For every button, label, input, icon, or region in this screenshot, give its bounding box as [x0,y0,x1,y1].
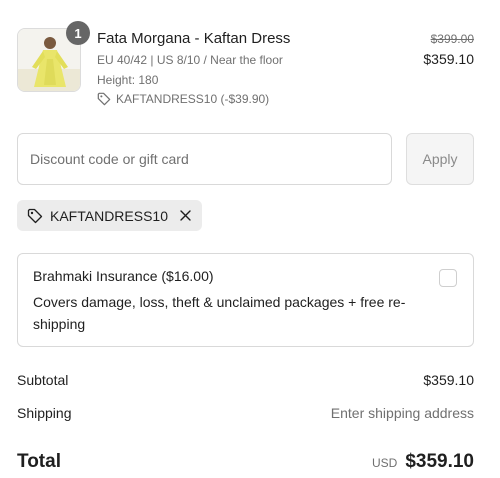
tag-icon [97,92,111,106]
total-currency: USD [371,456,398,470]
original-price: $399.00 [430,32,474,46]
insurance-title: Brahmaki Insurance ($16.00) [33,268,214,284]
shipping-value: Enter shipping address [330,405,474,421]
discounted-price: $359.10 [423,51,474,67]
insurance-description: Covers damage, loss, theft & unclaimed p… [33,294,406,332]
total-label: Total [17,451,61,472]
applied-discount-code: KAFTANDRESS10 [50,207,168,224]
product-discount-line: KAFTANDRESS10 (-$39.90) [97,92,269,106]
total-value: $359.10 [405,451,474,472]
insurance-checkbox[interactable] [439,269,457,287]
product-variant: EU 40/42 | US 8/10 / Near the floor [97,53,283,67]
subtotal-label: Subtotal [17,372,69,388]
product-discount-text: KAFTANDRESS10 (-$39.90) [116,92,270,106]
applied-discount-chip: KAFTANDRESS10 [17,200,202,231]
quantity-badge: 1 [66,21,90,45]
remove-discount-button[interactable] [178,209,192,223]
product-name: Fata Morgana - Kaftan Dress [97,30,291,47]
discount-code-input[interactable] [17,133,392,185]
total-amount: USD $359.10 [372,451,474,473]
tag-icon [27,208,43,223]
shipping-label: Shipping [17,405,72,421]
product-height: Height: 180 [97,73,159,87]
subtotal-value: $359.10 [423,372,474,388]
apply-button[interactable]: Apply [406,133,474,185]
close-icon [179,210,191,221]
